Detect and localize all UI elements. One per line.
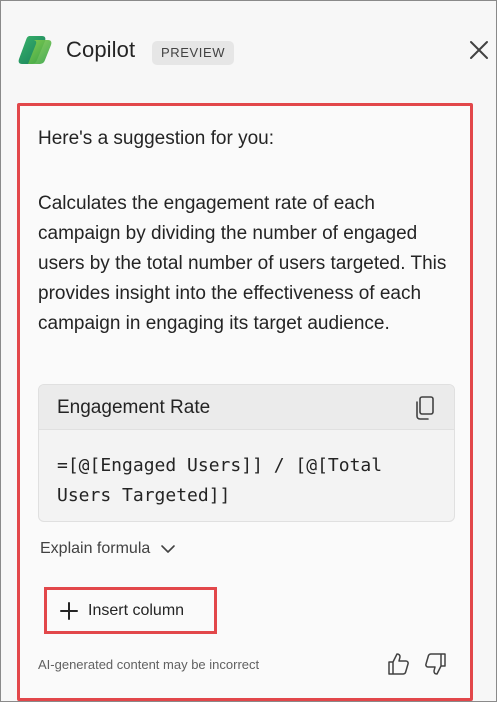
suggestion-card: Here's a suggestion for you: Calculates … [17,103,473,701]
explain-formula-label: Explain formula [40,540,151,557]
suggestion-intro: Here's a suggestion for you: [38,128,274,149]
plus-icon [60,601,78,620]
insert-column-label: Insert column [88,601,185,619]
copilot-pane: Copilot PREVIEW Here's a suggestion for … [0,0,497,702]
pane-title: Copilot [66,37,136,62]
ai-disclaimer: AI-generated content may be incorrect [38,657,260,672]
formula-code: =[@[Engaged Users]] / [@[Total Users Tar… [57,455,393,506]
suggestion-description: Calculates the engagement rate of each c… [38,193,447,334]
explain-formula-toggle[interactable]: Explain formula [40,540,176,558]
copy-icon[interactable] [413,395,437,421]
formula-box: Engagement Rate =[@[Engaged Users]] / [@… [38,384,455,522]
insert-column-button[interactable]: Insert column [44,587,217,634]
pane-header: Copilot PREVIEW [1,1,497,101]
chevron-down-icon [161,545,176,553]
thumbs-up-icon[interactable] [387,652,409,676]
preview-badge: PREVIEW [152,41,235,65]
close-icon[interactable] [468,39,490,61]
copilot-logo-icon [18,36,52,64]
thumbs-down-icon[interactable] [425,652,447,676]
formula-header: Engagement Rate [39,385,454,430]
formula-title: Engagement Rate [57,397,211,418]
